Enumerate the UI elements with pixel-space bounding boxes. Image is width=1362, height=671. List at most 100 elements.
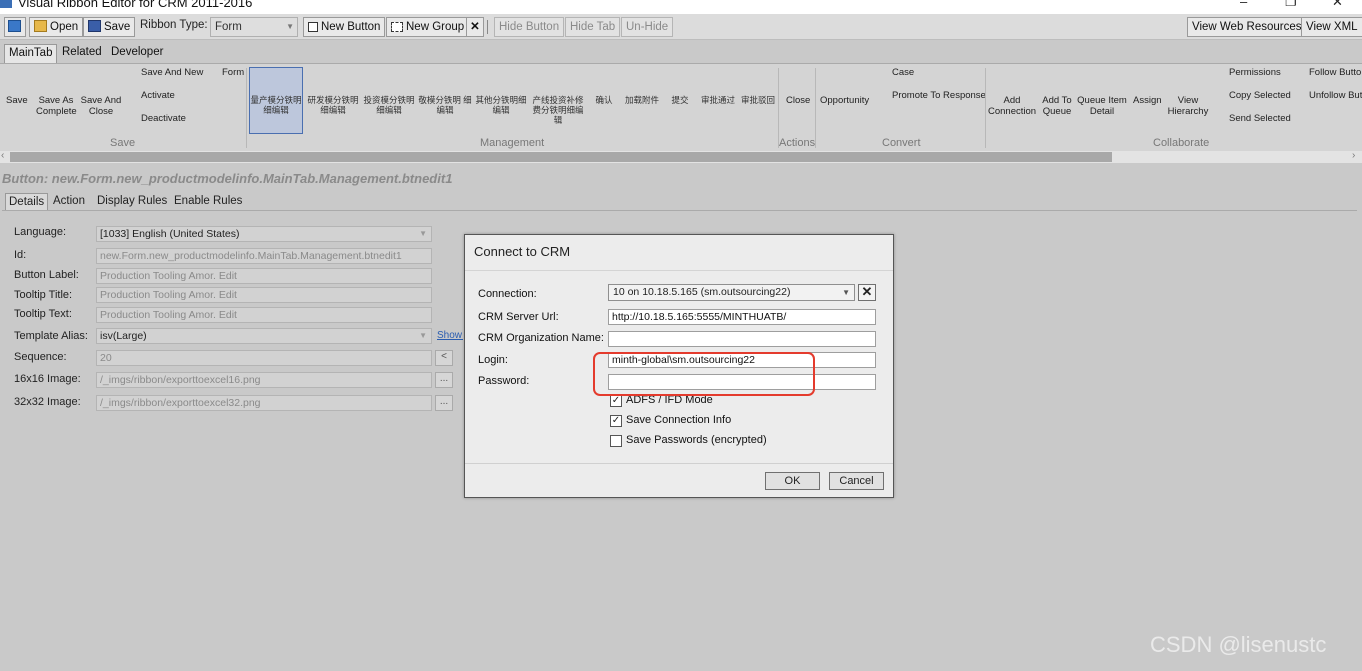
- group-label-collaborate: Collaborate: [1153, 137, 1210, 149]
- tab-enable-rules[interactable]: Enable Rules: [171, 193, 245, 211]
- org-name-label: CRM Organization Name:: [478, 332, 604, 344]
- open-button[interactable]: Open: [29, 17, 84, 37]
- tooltip-title-label: Tooltip Title:: [14, 289, 73, 301]
- ribbon-form-button[interactable]: Form: [222, 67, 244, 78]
- ribbon-activate-button[interactable]: Activate: [141, 90, 175, 101]
- ribbon-type-label: Ribbon Type:: [140, 19, 208, 31]
- red-highlight-annotation: [593, 352, 815, 396]
- group-label-save: Save: [110, 137, 136, 149]
- ribbon-save-as-complete-button[interactable]: Save As Complete: [36, 95, 77, 117]
- connect-button[interactable]: [4, 17, 26, 37]
- hide-button-button[interactable]: Hide Button: [494, 17, 565, 37]
- ribbon-cn-button-7[interactable]: 确认: [592, 95, 616, 105]
- ribbon-cn-button-11[interactable]: 审批驳回: [738, 95, 778, 105]
- group-label-management: Management: [480, 137, 545, 149]
- main-toolbar: Open Save Ribbon Type: Form ▼ New Button …: [0, 14, 1362, 40]
- save-connection-checkbox[interactable]: ✓: [610, 415, 622, 427]
- scrollbar-thumb[interactable]: [10, 152, 1112, 162]
- ribbon-save-button[interactable]: Save: [6, 95, 28, 106]
- ribbon-add-to-queue-button[interactable]: Add To Queue: [1040, 95, 1074, 117]
- save-button[interactable]: Save: [83, 17, 136, 37]
- ribbon-cn-button-8[interactable]: 加载附件: [622, 95, 662, 105]
- ribbon-close-button[interactable]: Close: [786, 95, 810, 106]
- id-field[interactable]: new.Form.new_productmodelinfo.MainTab.Ma…: [96, 248, 432, 264]
- image32-browse-button[interactable]: ...: [435, 395, 453, 411]
- button-label-field[interactable]: Production Tooling Amor. Edit: [96, 268, 432, 284]
- template-alias-select[interactable]: isv(Large) ▼: [96, 328, 432, 344]
- connection-select[interactable]: 10 on 10.18.5.165 (sm.outsourcing22) ▼: [608, 284, 855, 301]
- ribbon-cn-button-6[interactable]: 产线投资补修 费分铁明细编 辑: [530, 95, 586, 125]
- ribbon-copy-selected-button[interactable]: Copy Selected: [1229, 90, 1291, 101]
- view-xml-button[interactable]: View XML: [1301, 17, 1362, 37]
- scroll-right-icon[interactable]: ›: [1352, 150, 1355, 161]
- ribbon-add-connection-button[interactable]: Add Connection: [988, 95, 1036, 117]
- language-select[interactable]: [1033] English (United States) ▼: [96, 226, 432, 242]
- delete-connection-button[interactable]: ✕: [858, 284, 876, 301]
- tooltip-text-field[interactable]: Production Tooling Amor. Edit: [96, 307, 432, 323]
- ribbon-cn-button-4[interactable]: 敬模分铁明 细编辑: [418, 95, 472, 115]
- ribbon-unfollow-button[interactable]: Unfollow But: [1309, 90, 1362, 101]
- selected-button-heading: Button: new.Form.new_productmodelinfo.Ma…: [2, 171, 453, 186]
- tab-maintab[interactable]: MainTab: [4, 44, 58, 63]
- ribbon-cn-button-5[interactable]: 其他分铁明细 编辑: [474, 95, 528, 115]
- ribbon-promote-to-response-button[interactable]: Promote To Response: [892, 90, 986, 101]
- delete-button[interactable]: ✕: [466, 17, 484, 37]
- ribbon-case-button[interactable]: Case: [892, 67, 914, 78]
- ribbon-opportunity-button[interactable]: Opportunity: [820, 95, 869, 106]
- new-group-button[interactable]: New Group: [386, 17, 470, 37]
- ribbon-follow-button[interactable]: Follow Butto: [1309, 67, 1361, 78]
- ribbon-type-select[interactable]: Form ▼: [210, 17, 298, 37]
- app-icon: [0, 0, 12, 8]
- group-divider: [815, 68, 816, 148]
- unhide-button[interactable]: Un-Hide: [621, 17, 674, 37]
- ribbon-save-and-close-button[interactable]: Save And Close: [80, 95, 122, 117]
- tab-details[interactable]: Details: [5, 193, 49, 211]
- ribbon-cn-button-3[interactable]: 投资模分铁明 细编辑: [362, 95, 416, 115]
- tab-developer[interactable]: Developer: [107, 44, 167, 63]
- tab-display-rules[interactable]: Display Rules: [94, 193, 170, 211]
- org-name-input[interactable]: [608, 331, 876, 347]
- group-label-convert: Convert: [882, 137, 921, 149]
- ribbon-deactivate-button[interactable]: Deactivate: [141, 113, 186, 124]
- server-url-input[interactable]: http://10.18.5.165:5555/MINTHUATB/: [608, 309, 876, 325]
- ribbon-horizontal-scrollbar[interactable]: ‹ ›: [0, 150, 1362, 163]
- ribbon-queue-item-detail-button[interactable]: Queue Item Detail: [1076, 95, 1128, 117]
- save-passwords-checkbox[interactable]: [610, 435, 622, 447]
- ribbon-assign-button[interactable]: Assign: [1133, 95, 1162, 106]
- tab-related[interactable]: Related: [58, 44, 106, 63]
- tab-action[interactable]: Action: [50, 193, 88, 211]
- watermark: CSDN @lisenustc: [1150, 632, 1327, 657]
- show-schema-link[interactable]: Show S: [437, 330, 463, 341]
- ribbon-cn-button-9[interactable]: 提交: [668, 95, 692, 105]
- image16-field[interactable]: /_imgs/ribbon/exporttoexcel16.png: [96, 372, 432, 388]
- close-icon: ✕: [861, 284, 873, 299]
- cancel-button[interactable]: Cancel: [829, 472, 884, 490]
- ribbon-permissions-button[interactable]: Permissions: [1229, 67, 1281, 78]
- image32-field[interactable]: /_imgs/ribbon/exporttoexcel32.png: [96, 395, 432, 411]
- ribbon-cn-button-2[interactable]: 研发模分铁明 细编辑: [306, 95, 360, 115]
- minimize-icon[interactable]: –: [1240, 0, 1247, 9]
- ribbon-view-hierarchy-button[interactable]: View Hierarchy: [1166, 95, 1210, 117]
- adfs-checkbox[interactable]: ✓: [610, 395, 622, 407]
- hide-tab-button[interactable]: Hide Tab: [565, 17, 621, 37]
- folder-icon: [34, 20, 47, 32]
- close-icon[interactable]: ✕: [1332, 0, 1343, 10]
- new-button-button[interactable]: New Button: [303, 17, 386, 37]
- window-title: Visual Ribbon Editor for CRM 2011-2016: [18, 0, 253, 10]
- image16-browse-button[interactable]: ...: [435, 372, 453, 388]
- tooltip-title-field[interactable]: Production Tooling Amor. Edit: [96, 287, 432, 303]
- ribbon-send-selected-button[interactable]: Send Selected: [1229, 113, 1291, 124]
- image32-label: 32x32 Image:: [14, 396, 81, 408]
- scroll-left-icon[interactable]: ‹: [1, 150, 4, 161]
- ribbon-cn-button-10[interactable]: 审批通过: [698, 95, 738, 105]
- sequence-field[interactable]: 20: [96, 350, 432, 366]
- ribbon-cn-button-1[interactable]: 量产模分铁明 细编辑: [250, 95, 302, 115]
- view-web-resources-button[interactable]: View Web Resources: [1187, 17, 1307, 37]
- maximize-icon[interactable]: ❐: [1285, 0, 1297, 10]
- sequence-decrease-button[interactable]: <: [435, 350, 453, 366]
- ribbon-save-and-new-button[interactable]: Save And New: [141, 67, 203, 78]
- tooltip-text-label: Tooltip Text:: [14, 308, 72, 320]
- image16-label: 16x16 Image:: [14, 373, 81, 385]
- connect-icon: [8, 20, 21, 32]
- ok-button[interactable]: OK: [765, 472, 820, 490]
